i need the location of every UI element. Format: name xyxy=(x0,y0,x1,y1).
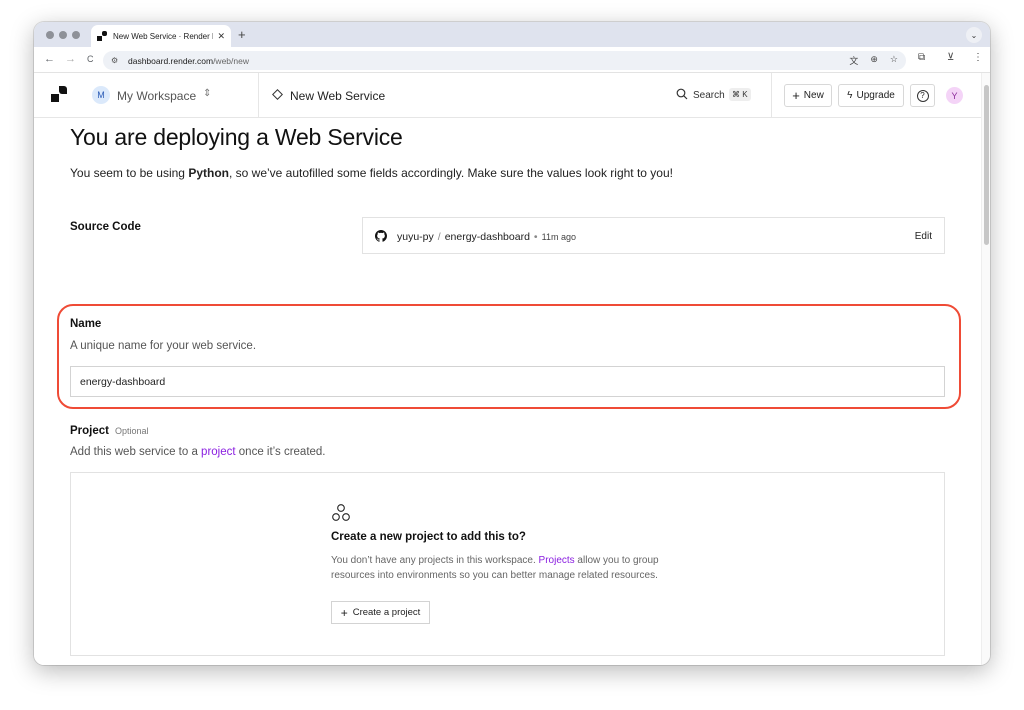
tab-close-icon[interactable]: ✕ xyxy=(217,31,225,42)
header-divider xyxy=(771,73,772,118)
address-bar[interactable]: ⚙ dashboard.render.com/web/new 文 ⊕ ☆ xyxy=(103,51,906,70)
page-breadcrumb-title: New Web Service xyxy=(290,89,386,103)
page-title: You are deploying a Web Service xyxy=(70,124,403,150)
repository-info[interactable]: yuyu-py / energy-dashboard • 11m ago xyxy=(397,231,576,243)
new-tab-button[interactable]: + xyxy=(238,27,246,42)
plus-icon: + xyxy=(340,605,348,620)
tab-strip: New Web Service · Render D ✕ + ⌄ xyxy=(34,22,990,47)
bookmark-star-icon[interactable]: ☆ xyxy=(890,54,898,67)
browser-window: New Web Service · Render D ✕ + ⌄ ← → C ⚙… xyxy=(34,22,990,665)
browser-toolbar: ← → C ⚙ dashboard.render.com/web/new 文 ⊕… xyxy=(34,47,990,73)
tab-title: New Web Service · Render D xyxy=(113,31,214,41)
upgrade-button-label: Upgrade xyxy=(856,90,895,101)
service-name-input[interactable] xyxy=(70,366,945,397)
profile-icon[interactable]: ⊻ xyxy=(947,52,954,63)
browser-menu-icon[interactable]: ⋮ xyxy=(973,52,983,63)
create-project-button[interactable]: + Create a project xyxy=(331,601,430,624)
optional-tag: Optional xyxy=(115,426,149,436)
maximize-window-button[interactable] xyxy=(72,31,80,39)
page-scrollbar[interactable] xyxy=(981,73,990,665)
render-logo-icon[interactable] xyxy=(51,86,67,102)
search-icon[interactable] xyxy=(676,88,688,100)
source-code-label: Source Code xyxy=(70,221,141,233)
project-desc-text: once it’s created. xyxy=(235,446,326,458)
plus-icon: + xyxy=(792,88,800,103)
site-settings-icon[interactable]: ⚙ xyxy=(111,56,121,66)
help-button[interactable]: ? xyxy=(910,84,935,107)
new-button[interactable]: + New xyxy=(784,84,832,107)
minimize-window-button[interactable] xyxy=(59,31,67,39)
main-content: You are deploying a Web Service You seem… xyxy=(34,118,981,665)
empty-state-text: You don’t have any projects in this work… xyxy=(331,553,691,583)
header-divider xyxy=(258,73,259,118)
name-label: Name xyxy=(70,318,102,330)
web-service-diamond-icon xyxy=(272,89,283,100)
zoom-icon[interactable]: ⊕ xyxy=(870,54,878,67)
project-link[interactable]: project xyxy=(201,446,236,458)
tab-search-chevron-icon[interactable]: ⌄ xyxy=(966,27,982,43)
user-avatar[interactable]: Y xyxy=(946,87,963,104)
search-button[interactable]: Search xyxy=(693,90,725,101)
forward-button[interactable]: → xyxy=(65,53,76,65)
scrollbar-thumb[interactable] xyxy=(984,85,989,245)
address-host: dashboard.render.com xyxy=(128,55,214,66)
github-icon xyxy=(375,230,387,242)
upgrade-button[interactable]: ϟ Upgrade xyxy=(838,84,904,107)
app-header: M My Workspace ⇕ New Web Service Search … xyxy=(34,73,981,118)
projects-link[interactable]: Projects xyxy=(539,555,575,566)
edit-source-button[interactable]: Edit xyxy=(915,231,932,242)
create-project-label: Create a project xyxy=(352,607,421,618)
repo-separator: / xyxy=(437,231,441,243)
empty-state-text-part: You don’t have any projects in this work… xyxy=(331,555,539,566)
browser-tab[interactable]: New Web Service · Render D ✕ xyxy=(91,25,231,47)
workspace-name[interactable]: My Workspace xyxy=(117,89,196,103)
translate-icon[interactable]: 文 xyxy=(849,54,858,67)
subtitle-text: , so we’ve autofilled some fields accord… xyxy=(228,166,673,180)
back-button[interactable]: ← xyxy=(44,53,55,65)
new-button-label: New xyxy=(803,90,824,101)
close-window-button[interactable] xyxy=(46,31,54,39)
source-code-box: yuyu-py / energy-dashboard • 11m ago Edit xyxy=(362,217,945,254)
repo-dot-separator: • xyxy=(533,231,538,243)
detected-language: Python xyxy=(188,166,229,180)
workspace-chevron-icon[interactable]: ⇕ xyxy=(203,88,211,99)
lightning-icon: ϟ xyxy=(847,90,853,101)
project-heading: Project Optional xyxy=(70,425,149,437)
reload-button[interactable]: C xyxy=(87,54,94,64)
repo-owner: yuyu-py xyxy=(397,231,434,243)
subtitle-text: You seem to be using xyxy=(70,166,189,180)
repo-name: energy-dashboard xyxy=(444,231,530,243)
project-desc-text: Add this web service to a xyxy=(70,446,202,458)
search-shortcut-badge: ⌘ K xyxy=(729,88,751,101)
help-icon: ? xyxy=(916,89,929,102)
extensions-icon[interactable]: ⧉ xyxy=(918,52,925,63)
project-label: Project xyxy=(70,425,109,437)
empty-state-title: Create a new project to add this to? xyxy=(331,531,526,543)
address-path: /web/new xyxy=(213,55,249,66)
project-description: Add this web service to a project once i… xyxy=(70,446,326,458)
page-subtitle: You seem to be using Python, so we’ve au… xyxy=(70,166,673,180)
repo-updated-time: 11m ago xyxy=(541,232,576,242)
name-description: A unique name for your web service. xyxy=(70,340,257,352)
workspace-avatar[interactable]: M xyxy=(92,86,110,104)
project-empty-state: Create a new project to add this to? You… xyxy=(70,472,945,656)
render-favicon-icon xyxy=(97,31,107,41)
project-circles-icon xyxy=(332,504,350,521)
